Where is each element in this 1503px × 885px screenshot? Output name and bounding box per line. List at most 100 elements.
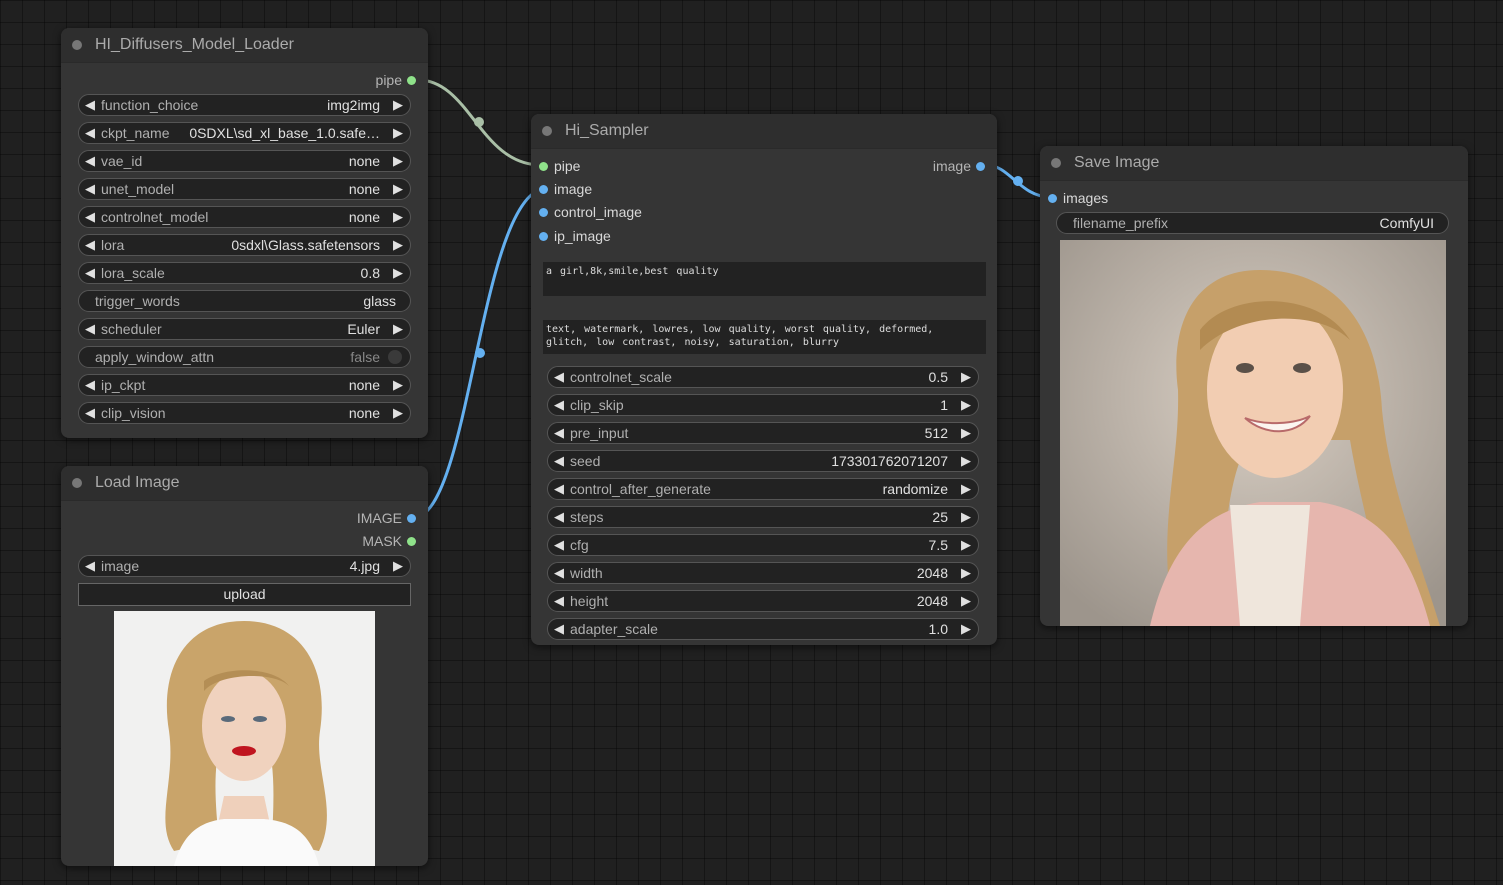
- arrow-right-icon[interactable]: ▶: [961, 621, 971, 637]
- arrow-right-icon[interactable]: ▶: [961, 509, 971, 525]
- output-slot-icon[interactable]: [976, 161, 985, 171]
- arrow-right-icon[interactable]: ▶: [393, 97, 403, 113]
- input-image[interactable]: image: [539, 181, 592, 197]
- arrow-left-icon[interactable]: ◀: [85, 97, 95, 113]
- widget-cfg[interactable]: ◀ cfg 7.5 ▶: [547, 534, 979, 556]
- arrow-right-icon[interactable]: ▶: [393, 321, 403, 337]
- collapse-dot-icon[interactable]: [72, 478, 82, 488]
- arrow-right-icon[interactable]: ▶: [393, 237, 403, 253]
- output-image[interactable]: IMAGE: [357, 510, 416, 526]
- collapse-dot-icon[interactable]: [72, 40, 82, 50]
- input-pipe[interactable]: pipe: [539, 158, 580, 174]
- arrow-left-icon[interactable]: ◀: [554, 369, 564, 385]
- widget-trigger-words[interactable]: trigger_words glass: [78, 290, 411, 312]
- arrow-left-icon[interactable]: ◀: [85, 181, 95, 197]
- arrow-left-icon[interactable]: ◀: [85, 405, 95, 421]
- node-header[interactable]: HI_Diffusers_Model_Loader: [61, 28, 428, 63]
- arrow-left-icon[interactable]: ◀: [85, 377, 95, 393]
- input-ip-image[interactable]: ip_image: [539, 228, 611, 244]
- widget-controlnet-scale[interactable]: ◀ controlnet_scale 0.5 ▶: [547, 366, 979, 388]
- output-image[interactable]: image: [933, 158, 985, 174]
- arrow-left-icon[interactable]: ◀: [85, 558, 95, 574]
- arrow-left-icon[interactable]: ◀: [554, 621, 564, 637]
- arrow-right-icon[interactable]: ▶: [961, 425, 971, 441]
- arrow-right-icon[interactable]: ▶: [393, 377, 403, 393]
- input-slot-icon[interactable]: [539, 231, 548, 241]
- arrow-right-icon[interactable]: ▶: [961, 397, 971, 413]
- arrow-right-icon[interactable]: ▶: [961, 369, 971, 385]
- input-images[interactable]: images: [1048, 190, 1108, 206]
- widget-unet-model[interactable]: ◀ unet_model none ▶: [78, 178, 411, 200]
- arrow-right-icon[interactable]: ▶: [961, 593, 971, 609]
- widget-lora[interactable]: ◀ lora 0sdxl\Glass.safetensors ▶: [78, 234, 411, 256]
- widget-adapter-scale[interactable]: ◀ adapter_scale 1.0 ▶: [547, 618, 979, 640]
- arrow-right-icon[interactable]: ▶: [961, 481, 971, 497]
- model-loader-node[interactable]: HI_Diffusers_Model_Loader pipe ◀ function…: [61, 28, 428, 438]
- widget-ckpt-name[interactable]: ◀ ckpt_name 0SDXL\sd_xl_base_1.0.safe… ▶: [78, 122, 411, 144]
- input-control-image[interactable]: control_image: [539, 204, 642, 220]
- arrow-left-icon[interactable]: ◀: [554, 481, 564, 497]
- arrow-right-icon[interactable]: ▶: [393, 558, 403, 574]
- arrow-left-icon[interactable]: ◀: [554, 397, 564, 413]
- arrow-right-icon[interactable]: ▶: [393, 181, 403, 197]
- upload-button[interactable]: upload: [78, 583, 411, 606]
- widget-clip-skip[interactable]: ◀ clip_skip 1 ▶: [547, 394, 979, 416]
- arrow-left-icon[interactable]: ◀: [554, 565, 564, 581]
- input-slot-icon[interactable]: [539, 161, 548, 171]
- save-image-node[interactable]: Save Image images filename_prefix ComfyU…: [1040, 146, 1468, 626]
- widget-function-choice[interactable]: ◀ function_choice img2img ▶: [78, 94, 411, 116]
- node-header[interactable]: Save Image: [1040, 146, 1468, 181]
- widget-controlnet-model[interactable]: ◀ controlnet_model none ▶: [78, 206, 411, 228]
- collapse-dot-icon[interactable]: [542, 126, 552, 136]
- widget-pre-input[interactable]: ◀ pre_input 512 ▶: [547, 422, 979, 444]
- widget-seed[interactable]: ◀ seed 173301762071207 ▶: [547, 450, 979, 472]
- widget-vae-id[interactable]: ◀ vae_id none ▶: [78, 150, 411, 172]
- widget-clip-vision[interactable]: ◀ clip_vision none ▶: [78, 402, 411, 424]
- arrow-left-icon[interactable]: ◀: [85, 125, 95, 141]
- arrow-right-icon[interactable]: ▶: [393, 209, 403, 225]
- output-mask[interactable]: MASK: [362, 533, 416, 549]
- pipe-wire-midpoint[interactable]: [474, 117, 484, 127]
- output-slot-icon[interactable]: [407, 75, 416, 85]
- arrow-left-icon[interactable]: ◀: [554, 425, 564, 441]
- node-header[interactable]: Hi_Sampler: [531, 114, 997, 149]
- node-header[interactable]: Load Image: [61, 466, 428, 501]
- widget-scheduler[interactable]: ◀ scheduler Euler ▶: [78, 318, 411, 340]
- output-image-wire-midpoint[interactable]: [1013, 176, 1023, 186]
- load-image-node[interactable]: Load Image IMAGE MASK ◀ image 4.jpg ▶ up…: [61, 466, 428, 866]
- output-slot-icon[interactable]: [407, 536, 416, 546]
- arrow-left-icon[interactable]: ◀: [554, 593, 564, 609]
- toggle-switch-icon[interactable]: [388, 350, 402, 364]
- arrow-left-icon[interactable]: ◀: [85, 321, 95, 337]
- arrow-left-icon[interactable]: ◀: [85, 237, 95, 253]
- output-slot-icon[interactable]: [407, 513, 416, 523]
- arrow-right-icon[interactable]: ▶: [961, 565, 971, 581]
- negative-prompt-textarea[interactable]: text, watermark, lowres, low quality, wo…: [543, 320, 986, 354]
- widget-steps[interactable]: ◀ steps 25 ▶: [547, 506, 979, 528]
- widget-ip-ckpt[interactable]: ◀ ip_ckpt none ▶: [78, 374, 411, 396]
- widget-control-after-generate[interactable]: ◀ control_after_generate randomize ▶: [547, 478, 979, 500]
- widget-height[interactable]: ◀ height 2048 ▶: [547, 590, 979, 612]
- filename-prefix-field[interactable]: filename_prefix ComfyUI: [1056, 212, 1449, 234]
- output-pipe[interactable]: pipe: [376, 72, 416, 88]
- input-slot-icon[interactable]: [539, 207, 548, 217]
- arrow-left-icon[interactable]: ◀: [554, 453, 564, 469]
- widget-lora-scale[interactable]: ◀ lora_scale 0.8 ▶: [78, 262, 411, 284]
- sampler-node[interactable]: Hi_Sampler pipe image control_image ip_i…: [531, 114, 997, 645]
- image-wire-midpoint[interactable]: [475, 348, 485, 358]
- arrow-right-icon[interactable]: ▶: [393, 265, 403, 281]
- arrow-right-icon[interactable]: ▶: [393, 125, 403, 141]
- widget-apply-window-attn[interactable]: apply_window_attn false: [78, 346, 411, 368]
- image-select-widget[interactable]: ◀ image 4.jpg ▶: [78, 555, 411, 577]
- arrow-left-icon[interactable]: ◀: [85, 265, 95, 281]
- arrow-left-icon[interactable]: ◀: [554, 509, 564, 525]
- input-slot-icon[interactable]: [1048, 193, 1057, 203]
- input-slot-icon[interactable]: [539, 184, 548, 194]
- arrow-left-icon[interactable]: ◀: [85, 153, 95, 169]
- positive-prompt-textarea[interactable]: a girl,8k,smile,best quality: [543, 262, 986, 296]
- arrow-right-icon[interactable]: ▶: [393, 405, 403, 421]
- arrow-right-icon[interactable]: ▶: [961, 453, 971, 469]
- arrow-right-icon[interactable]: ▶: [393, 153, 403, 169]
- arrow-right-icon[interactable]: ▶: [961, 537, 971, 553]
- collapse-dot-icon[interactable]: [1051, 158, 1061, 168]
